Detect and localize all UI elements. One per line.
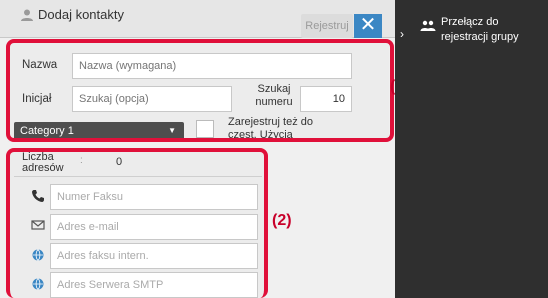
close-icon: ✕: [359, 14, 377, 36]
dialog-title: Dodaj kontakty: [38, 7, 124, 22]
dialog-titlebar: Dodaj kontakty Rejestruj ✕: [0, 0, 395, 38]
add-contact-dialog: Dodaj kontakty Rejestruj ✕ Nazwa Inicjał…: [0, 0, 410, 298]
group-icon: [420, 20, 436, 35]
switch-to-group-registration[interactable]: Przełącz do rejestracji grupy: [441, 15, 546, 45]
contact-icon: [20, 8, 36, 24]
register-button[interactable]: Rejestruj: [301, 14, 353, 38]
chevron-right-icon[interactable]: ›: [400, 27, 404, 41]
close-button[interactable]: ✕: [354, 14, 382, 38]
highlight-frame-1: [6, 39, 394, 142]
highlight-frame-2: [6, 148, 268, 298]
screen: Dodaj kontakty Rejestruj ✕ Nazwa Inicjał…: [0, 0, 548, 298]
marker-2: (2): [272, 212, 292, 229]
